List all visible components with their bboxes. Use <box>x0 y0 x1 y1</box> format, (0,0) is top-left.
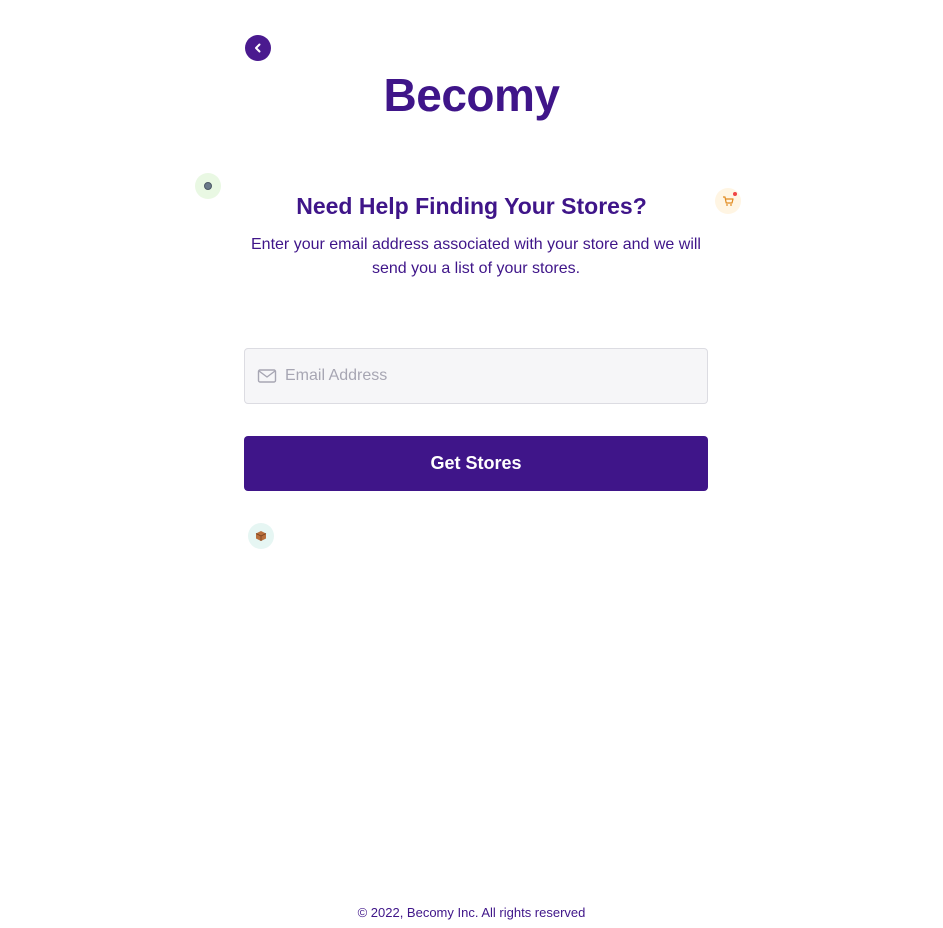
page-heading: Need Help Finding Your Stores? <box>296 193 647 219</box>
find-stores-page: Becomy Need Help Finding Your Stores? En… <box>0 0 943 928</box>
back-button[interactable] <box>245 35 271 61</box>
mail-icon <box>257 366 277 386</box>
package-box-icon <box>248 523 274 549</box>
email-input[interactable] <box>285 349 685 403</box>
brand-logo: Becomy <box>383 69 560 121</box>
footer-copyright: © 2022, Becomy Inc. All rights reserved <box>357 905 586 920</box>
email-field[interactable] <box>244 348 708 404</box>
chevron-left-icon <box>255 43 261 53</box>
page-description: Enter your email address associated with… <box>251 236 701 277</box>
get-stores-button[interactable]: Get Stores <box>244 436 708 491</box>
